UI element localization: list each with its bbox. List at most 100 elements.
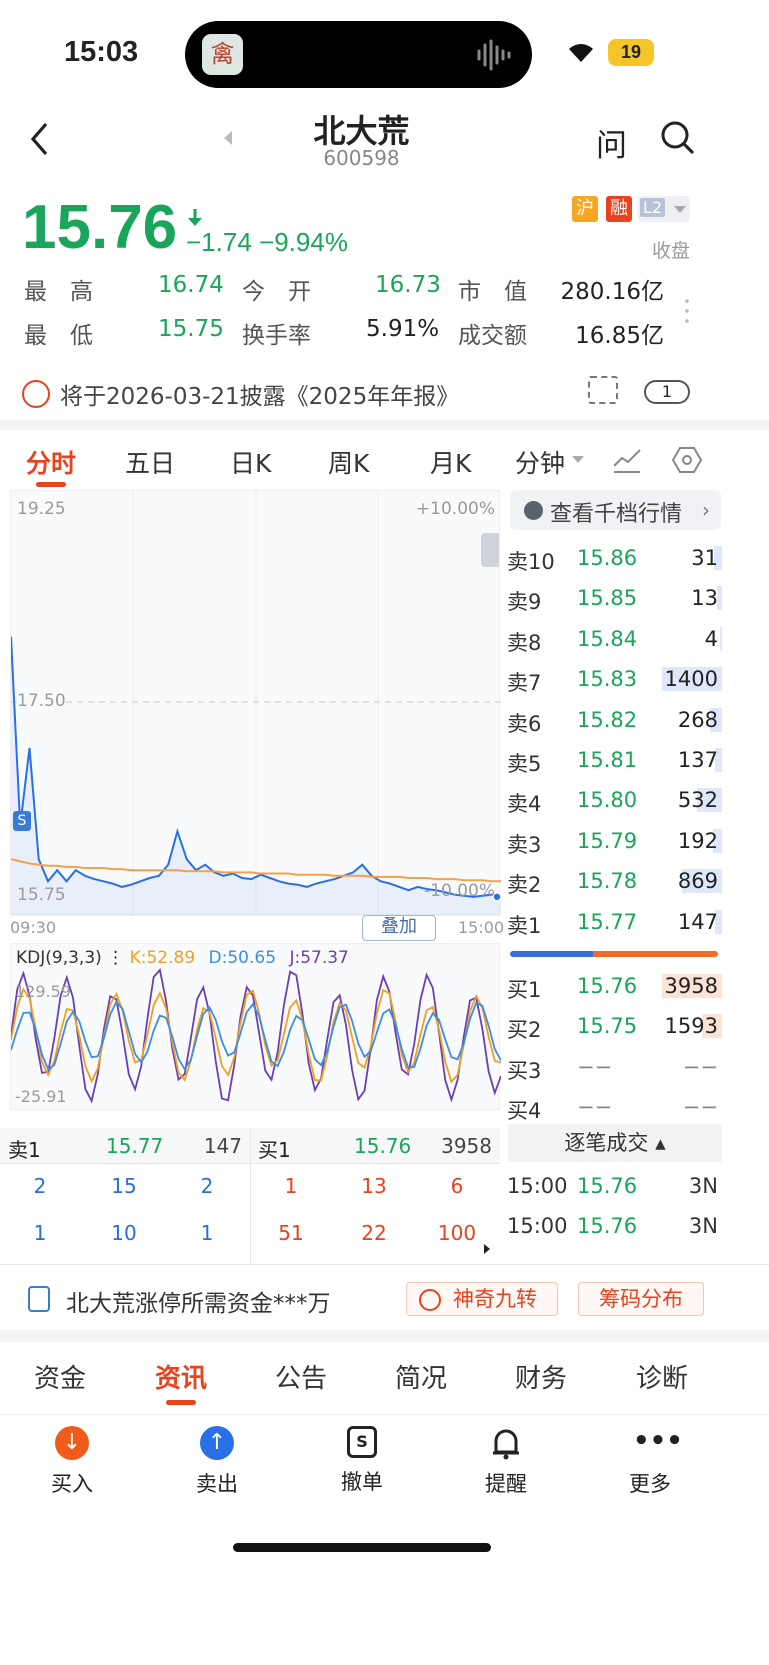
sell-signal-marker[interactable]: S [13,811,31,831]
buy-button[interactable]: ↓ 买入 [36,1426,108,1506]
share-image-icon[interactable] [588,376,618,404]
price-chart-svg [11,491,501,916]
tick-row: 15:00 15.76 3N [507,1168,722,1208]
ask-level-row[interactable]: 卖7 15.83 1400 [507,659,722,699]
info-tab-5[interactable]: 诊断 [632,1358,692,1395]
depth-button[interactable]: 查看千档行情 › [510,490,721,530]
ask-level-row[interactable]: 卖4 15.80 532 [507,780,722,820]
tab-monthly-k[interactable]: 月K [430,444,471,480]
ask-level-row[interactable]: 卖10 15.86 31 [507,538,722,578]
search-icon[interactable] [660,120,694,156]
tab-five-day[interactable]: 五日 [125,444,175,480]
info-tab-0[interactable]: 资金 [30,1358,90,1395]
queue-cell: 51 [278,1221,304,1245]
order-queue: 卖1 15.77 147 买1 15.76 3958 2 15 2 1 13 6 1 10 1 5… [0,1128,500,1264]
ask-level-price: 15.82 [577,707,638,732]
info-tab-3[interactable]: 简况 [391,1358,451,1395]
info-tab-4[interactable]: 财务 [511,1358,571,1395]
ask-level-label: 卖6 [507,711,542,736]
ask-level-row[interactable]: 卖3 15.79 192 [507,821,722,861]
chip-distribution-button[interactable]: 筹码分布 [578,1282,704,1316]
back-button[interactable] [28,120,52,158]
audio-wave-icon [475,39,515,71]
chevron-down-icon [572,456,584,463]
collapse-panel-button[interactable] [481,533,499,567]
report-notice[interactable]: 将于2026-03-21披露《2025年年报》 1 [0,368,769,416]
chart-tabs: 分时 五日 日K 周K 月K 分钟 [0,440,769,490]
check-circle-icon [524,501,543,520]
ask-level-volume: 31 [691,546,718,570]
ask-level-row[interactable]: 卖5 15.81 137 [507,740,722,780]
ask-level-label: 卖2 [507,873,542,898]
more-button[interactable]: ••• 更多 [614,1426,686,1506]
queue-cell: 2 [200,1174,214,1198]
queue-cell: 1 [284,1174,298,1198]
draw-line-icon[interactable] [612,446,642,474]
y-axis-bottom: 15.75 [17,885,66,905]
dynamic-island: 禽 [185,21,532,88]
queue-cell: 15 [111,1174,137,1198]
bell-icon [489,1426,523,1460]
bid-level-label: 买1 [507,978,542,1002]
level2-badge[interactable]: L2 [638,196,690,222]
info-tab-1[interactable]: 资讯 [151,1358,211,1395]
magic-nine-button[interactable]: 神奇九转 [406,1282,558,1316]
ticks-header[interactable]: 逐笔成交 ▴ [508,1124,722,1162]
bid-level-volume: 1593 [664,1014,718,1039]
bottom-toolbar: ↓ 买入 ↑ 卖出 S 撤单 提醒 ••• 更多 [0,1420,769,1520]
tab-intraday[interactable]: 分时 [26,444,76,480]
more-icon: ••• [633,1426,683,1456]
info-tabs: 资金 资讯 公告 简况 财务 诊断 [0,1352,769,1404]
tab-daily-k[interactable]: 日K [230,444,271,480]
ask-level-row[interactable]: 卖8 15.84 4 [507,619,722,659]
ask-button[interactable]: 问 [596,120,627,165]
queue-cell: 13 [361,1174,387,1198]
limit-up-fund-banner[interactable]: 北大荒涨停所需资金***万 [0,1272,400,1322]
overlay-button[interactable]: 叠加 [362,915,436,941]
sell-button[interactable]: ↑ 卖出 [181,1426,253,1506]
exchange-badge: 沪 [572,196,598,222]
settings-hex-icon[interactable] [672,446,702,474]
bid-level-label: 买3 [507,1058,542,1083]
notice-count[interactable]: 1 [644,380,690,404]
bid-level-price: −− [577,1054,613,1079]
bid-level-row[interactable]: 买1 15.76 3958 [507,966,722,1006]
cancel-order-button[interactable]: S 撤单 [326,1426,398,1506]
ask-level-volume: 869 [677,869,718,894]
ask-level-row[interactable]: 卖9 15.85 13 [507,578,722,618]
ask-levels: 卖10 15.86 31 卖9 15.85 13 卖8 15.84 4 卖7 15.83 1400 卖6… [507,538,722,942]
bid-level-price: −− [577,1095,613,1120]
kdj-chart[interactable]: KDJ(9,3,3) ⋮ K:52.89 D:50.65 J:57.37 129… [10,943,501,1110]
tick-list: 15:00 15.76 3N 15:00 15.76 3N [507,1168,722,1260]
tab-indicator [36,482,66,487]
ask-level-row[interactable]: 卖1 15.77 147 [507,902,722,942]
bid-level-row[interactable]: 买4 −− −− [507,1087,722,1127]
ask-level-volume: 268 [677,707,718,732]
queue-more-icon[interactable] [484,1244,490,1254]
bid-level-volume: 3958 [664,974,718,998]
tab-minute[interactable]: 分钟 [515,444,565,480]
info-tab-2[interactable]: 公告 [271,1358,331,1395]
stock-code: 600598 [323,146,400,170]
time-start: 09:30 [10,918,57,937]
bid-level-volume: −− [682,1054,718,1079]
home-indicator[interactable] [233,1543,491,1552]
ask-level-volume: 1400 [664,667,718,692]
bid-level-row[interactable]: 买3 −− −− [507,1047,722,1087]
ask-level-row[interactable]: 卖6 15.82 268 [507,700,722,740]
status-time: 15:03 [64,36,139,68]
tick-time: 15:00 [507,1214,568,1238]
bid-level-label: 买4 [507,1099,542,1124]
ask-level-price: 15.83 [577,667,638,692]
prev-stock-icon[interactable] [224,131,232,145]
tab-weekly-k[interactable]: 周K [328,444,369,480]
ask-level-price: 15.79 [577,828,638,853]
ask-level-row[interactable]: 卖2 15.78 869 [507,861,722,901]
alert-button[interactable]: 提醒 [470,1426,542,1506]
down-arrow-icon [186,208,204,228]
more-stats-icon[interactable] [685,296,689,326]
price-change: −1.74 −9.94% [186,227,348,257]
intraday-chart[interactable]: 19.25 17.50 15.75 +10.00% -10.00% S [10,490,501,916]
wifi-icon [566,40,596,64]
bid-level-row[interactable]: 买2 15.75 1593 [507,1006,722,1046]
